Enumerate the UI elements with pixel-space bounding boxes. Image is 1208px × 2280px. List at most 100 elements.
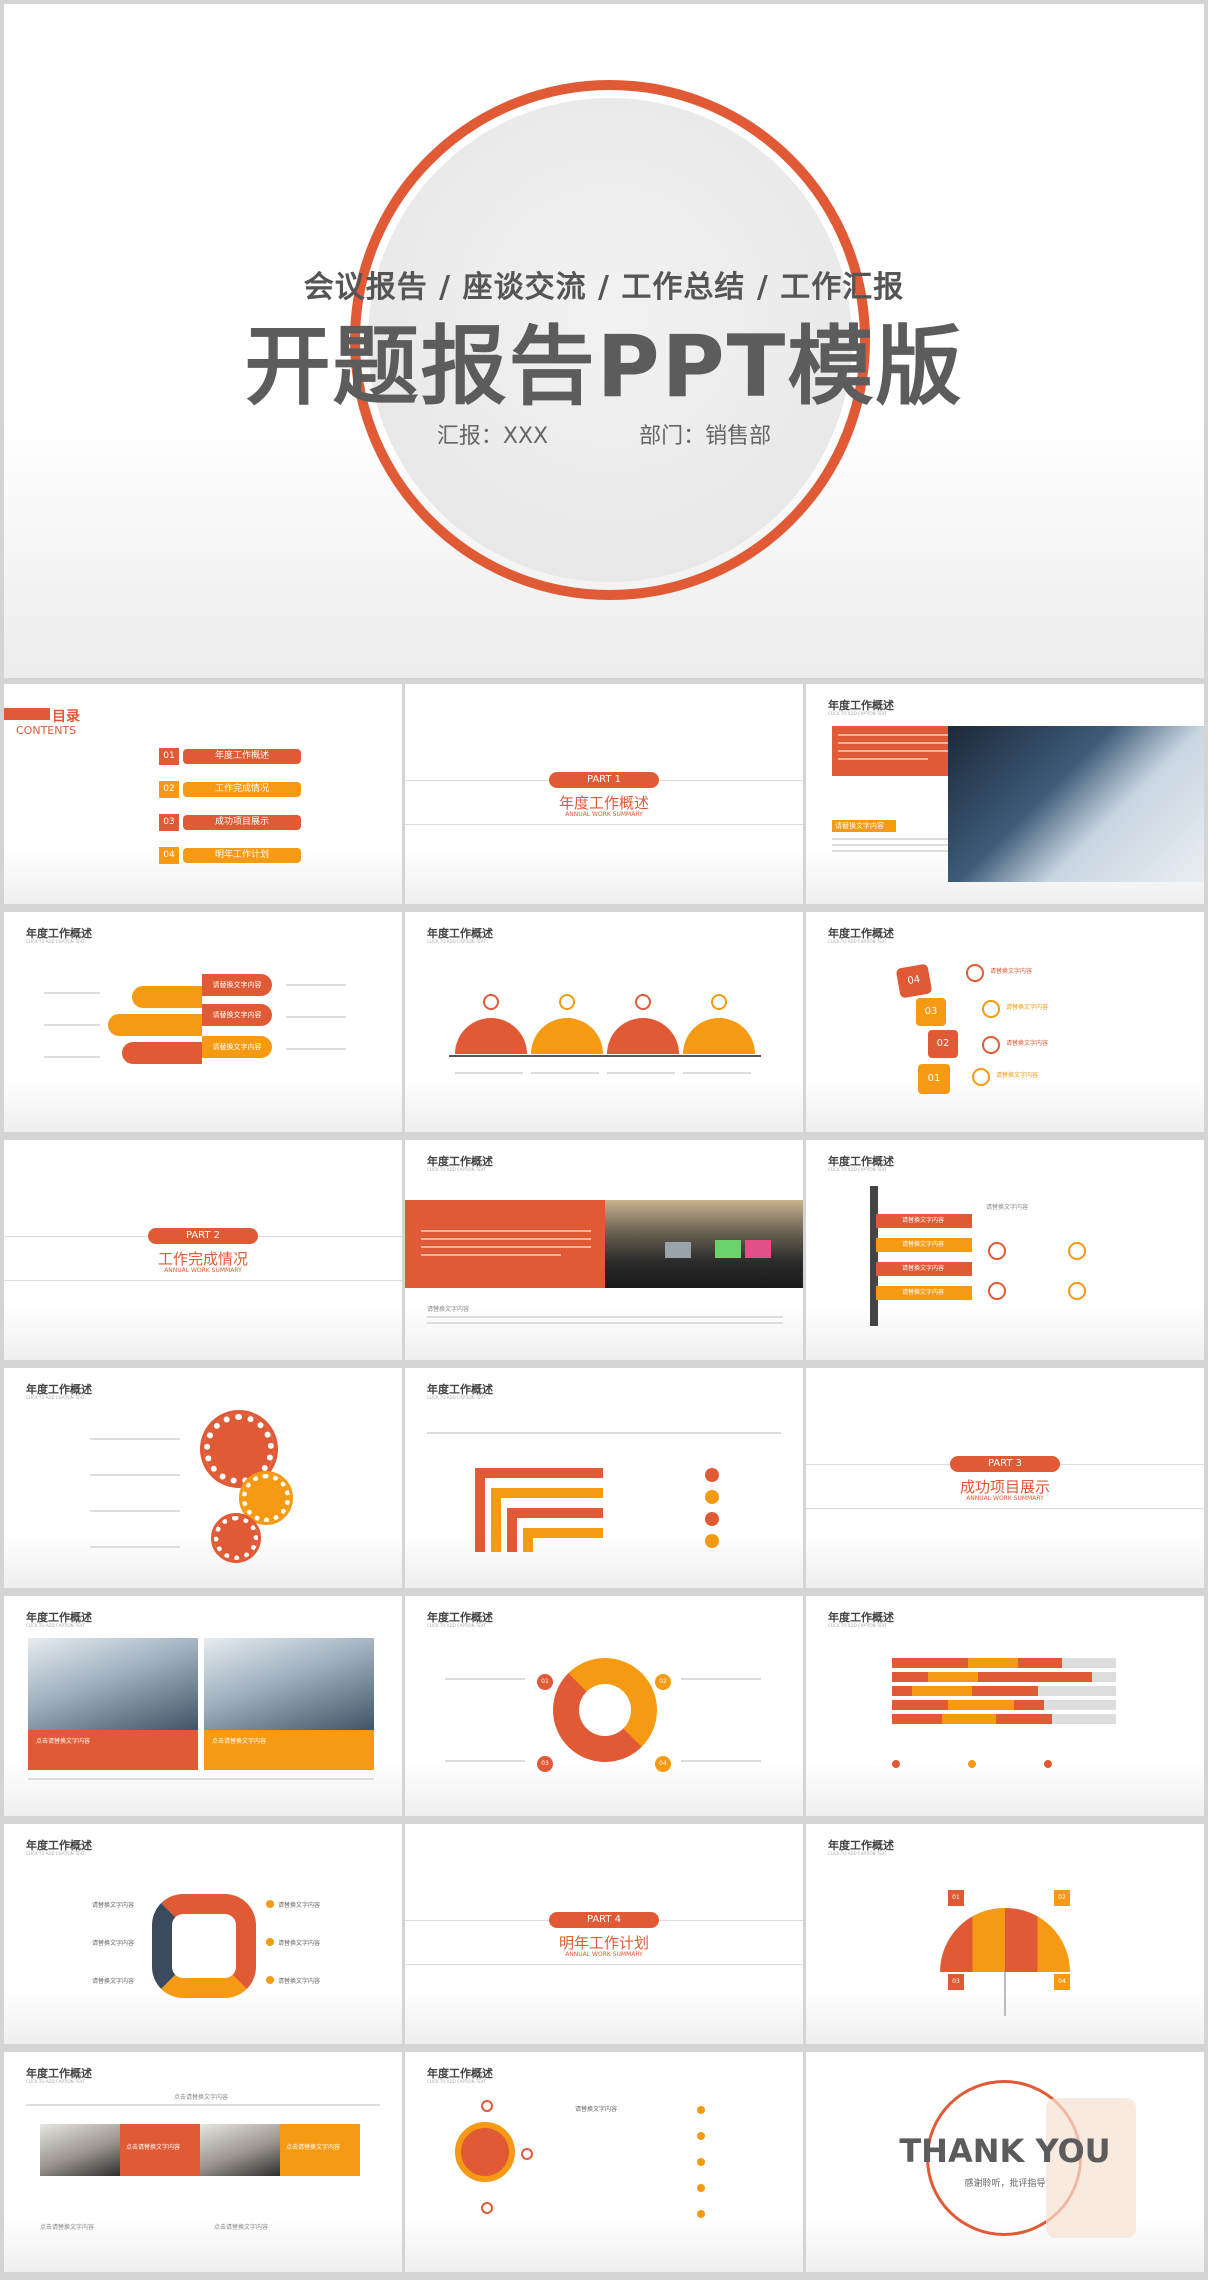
toc-item[interactable]: 02 工作完成情况 bbox=[159, 779, 301, 799]
pencil-tab: 请替换文字内容 bbox=[876, 1286, 972, 1300]
gear-icon bbox=[239, 1471, 293, 1525]
content-slide-bars: 年度工作概述 CLICK TO ADD CAPTION TEXT bbox=[806, 1596, 1204, 1816]
content-slide-buildings: 年度工作概述 CLICK TO ADD CAPTION TEXT 点击请替换文字… bbox=[4, 1596, 402, 1816]
pin-icon bbox=[635, 994, 651, 1010]
stair-bar bbox=[523, 1528, 603, 1538]
slide-template-preview-sheet: 会议报告 / 座谈交流 / 工作总结 / 工作汇报 开题报告PPT模版 汇报：X… bbox=[0, 0, 1208, 2280]
part-title-en: ANNUAL WORK SUMMARY bbox=[164, 1267, 242, 1274]
content-slide-photo: 年度工作概述 CLICK TO ADD CAPTION TEXT 请替换文字内容 bbox=[806, 684, 1204, 904]
content-slide-arrows: 年度工作概述 CLICK TO ADD CAPTION TEXT 请替换文字内容… bbox=[4, 912, 402, 1132]
team-caption: 点击请替换文字内容 bbox=[280, 2124, 360, 2176]
toc-item-label: 成功项目展示 bbox=[183, 814, 301, 830]
toc-heading-en: CONTENTS bbox=[16, 724, 77, 737]
legend-dot bbox=[892, 1760, 900, 1768]
label-tag: 请替换文字内容 bbox=[832, 820, 896, 832]
check-icon bbox=[697, 2184, 705, 2192]
part-title: 明年工作计划 bbox=[558, 1934, 649, 1952]
toc-item-label: 年度工作概述 bbox=[183, 748, 301, 764]
text-block bbox=[832, 726, 958, 776]
caption-block: 点击请替换文字内容 bbox=[204, 1730, 374, 1770]
thanks-title: THANK YOU bbox=[899, 2132, 1111, 2170]
step-icon bbox=[972, 1068, 990, 1086]
slide-subheader: CLICK TO ADD CAPTION TEXT bbox=[828, 711, 887, 716]
target-icon bbox=[455, 2122, 515, 2182]
semicircle-4 bbox=[683, 1018, 755, 1054]
toc-item[interactable]: 03 成功项目展示 bbox=[159, 812, 301, 832]
content-slide-pencil: 年度工作概述 CLICK TO ADD CAPTION TEXT 请替换文字内容… bbox=[806, 1140, 1204, 1360]
toc-item-label: 工作完成情况 bbox=[183, 781, 301, 797]
legend-dot bbox=[968, 1760, 976, 1768]
stair-bar bbox=[507, 1508, 603, 1518]
list-bullet-icon bbox=[705, 1468, 719, 1482]
content-slide-heptagon: 年度工作概述 CLICK TO ADD CAPTION TEXT 请替换文字内容… bbox=[4, 1824, 402, 2044]
photo-handshake bbox=[948, 726, 1204, 882]
photo-office bbox=[605, 1200, 803, 1288]
part-3-slide: PART 3 成功项目展示 ANNUAL WORK SUMMARY bbox=[806, 1368, 1204, 1588]
content-slide-ring: 年度工作概述 CLICK TO ADD CAPTION TEXT 01 02 0… bbox=[405, 1596, 803, 1816]
toc-bar bbox=[4, 708, 50, 720]
stat-icon bbox=[1068, 1242, 1086, 1260]
caption-block: 点击请替换文字内容 bbox=[28, 1730, 198, 1770]
arrow-label: 请替换文字内容 bbox=[202, 974, 272, 996]
step-box: 04 bbox=[895, 963, 933, 999]
part-title-en: ANNUAL WORK SUMMARY bbox=[966, 1495, 1044, 1502]
part-pill: PART 4 bbox=[549, 1912, 659, 1928]
toc-slide: 目录 CONTENTS 01 年度工作概述 02 工作完成情况 03 成功项目展… bbox=[4, 684, 402, 904]
photo-team bbox=[200, 2124, 280, 2176]
check-icon bbox=[697, 2106, 705, 2114]
semicircle-2 bbox=[531, 1018, 603, 1054]
pin-icon bbox=[483, 994, 499, 1010]
pencil bbox=[870, 1186, 878, 1326]
photo-buildings bbox=[28, 1638, 198, 1730]
thank-you-slide: THANK YOU 感谢聆听，批评指导 bbox=[806, 2052, 1204, 2272]
arrow-block bbox=[122, 1042, 202, 1064]
content-slide-umbrella: 年度工作概述 CLICK TO ADD CAPTION TEXT 01 02 0… bbox=[806, 1824, 1204, 2044]
content-slide-target: 年度工作概述 CLICK TO ADD CAPTION TEXT 请替换文字内容 bbox=[405, 2052, 803, 2272]
stair-bar bbox=[491, 1488, 603, 1498]
list-bullet-icon bbox=[705, 1512, 719, 1526]
part-title: 年度工作概述 bbox=[558, 794, 649, 812]
thanks-subtitle: 感谢聆听，批评指导 bbox=[964, 2179, 1046, 2189]
step-icon bbox=[982, 1000, 1000, 1018]
stair-bar bbox=[475, 1468, 485, 1552]
part-line-bottom bbox=[405, 824, 803, 825]
umbrella-icon bbox=[940, 1908, 1070, 1972]
cover-reporter: 汇报：XXX bbox=[436, 424, 549, 449]
baseline bbox=[449, 1055, 761, 1057]
part-title: 工作完成情况 bbox=[157, 1250, 248, 1268]
heptagon-ring bbox=[152, 1894, 256, 1998]
cycle-ring bbox=[553, 1658, 657, 1762]
check-icon bbox=[697, 2132, 705, 2140]
pencil-tab: 请替换文字内容 bbox=[876, 1262, 972, 1276]
pencil-tab: 请替换文字内容 bbox=[876, 1214, 972, 1228]
part-2-slide: PART 2 工作完成情况 ANNUAL WORK SUMMARY bbox=[4, 1140, 402, 1360]
stat-icon bbox=[988, 1282, 1006, 1300]
part-pill: PART 3 bbox=[950, 1456, 1060, 1472]
part-pill: PART 1 bbox=[549, 772, 659, 788]
list-bullet-icon bbox=[705, 1490, 719, 1504]
content-slide-banner: 年度工作概述 CLICK TO ADD CAPTION TEXT 请替换文字内容 bbox=[405, 1140, 803, 1360]
banner-text-block bbox=[405, 1200, 605, 1288]
part-title-en: ANNUAL WORK SUMMARY bbox=[565, 811, 643, 818]
toc-item-num: 03 bbox=[159, 813, 179, 831]
content-slide-stairs: 年度工作概述 CLICK TO ADD CAPTION TEXT bbox=[405, 1368, 803, 1588]
part-pill: PART 2 bbox=[148, 1228, 258, 1244]
check-icon bbox=[697, 2158, 705, 2166]
cover-meta: 汇报：XXX 部门：销售部 bbox=[4, 418, 1204, 450]
photo-team bbox=[40, 2124, 120, 2176]
arrow-label: 请替换文字内容 bbox=[202, 1004, 272, 1026]
pin-icon bbox=[559, 994, 575, 1010]
content-slide-semicircles: 年度工作概述 CLICK TO ADD CAPTION TEXT bbox=[405, 912, 803, 1132]
toc-item[interactable]: 01 年度工作概述 bbox=[159, 746, 301, 766]
cover-slide: 会议报告 / 座谈交流 / 工作总结 / 工作汇报 开题报告PPT模版 汇报：X… bbox=[4, 4, 1204, 678]
step-box: 02 bbox=[928, 1030, 958, 1058]
stat-icon bbox=[988, 1242, 1006, 1260]
toc-item[interactable]: 04 明年工作计划 bbox=[159, 845, 301, 865]
content-slide-steps: 年度工作概述 CLICK TO ADD CAPTION TEXT 04 03 0… bbox=[806, 912, 1204, 1132]
check-icon bbox=[697, 2210, 705, 2218]
step-box: 03 bbox=[916, 998, 946, 1026]
stat-icon bbox=[1068, 1282, 1086, 1300]
cover-title: 开题报告PPT模版 bbox=[244, 317, 964, 417]
toc-item-num: 04 bbox=[159, 846, 179, 864]
legend-dot bbox=[1044, 1760, 1052, 1768]
